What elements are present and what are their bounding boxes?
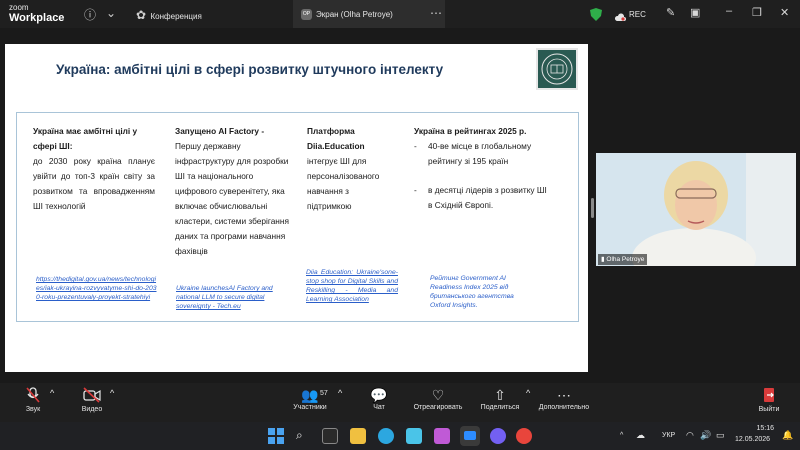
video-button[interactable]: Видео bbox=[80, 387, 104, 413]
top-bar: zoom Workplace ⓘ ⌄ ✿ Конференция OP Экра… bbox=[0, 0, 800, 28]
col1-link[interactable]: https://thedigital.gov.ua/news/technolog… bbox=[36, 275, 158, 302]
chevron-down-icon[interactable]: ⌄ bbox=[106, 6, 116, 20]
col3-heading: Платформа Diia.Education bbox=[307, 126, 365, 151]
task-view-icon[interactable] bbox=[322, 428, 338, 444]
university-logo bbox=[536, 48, 578, 90]
battery-icon[interactable]: ▭ bbox=[716, 430, 725, 441]
leave-button[interactable]: Выйти bbox=[756, 387, 782, 413]
video-options-chevron-icon[interactable]: ^ bbox=[110, 388, 114, 398]
clock-date[interactable]: 12.05.2026 bbox=[735, 436, 777, 443]
more-button[interactable]: ⋯ Дополнительно bbox=[534, 387, 594, 411]
col4-source[interactable]: Рейтинг Government AI Readiness Index 20… bbox=[430, 274, 530, 310]
zoom-app-icon[interactable] bbox=[460, 426, 480, 446]
taskbar bbox=[0, 422, 800, 450]
participant-name-label: ▮ Olha Petroye bbox=[598, 254, 648, 265]
col2-link[interactable]: Ukraine launchesAI Factory and national … bbox=[176, 284, 291, 311]
video-off-icon bbox=[80, 387, 104, 406]
splitter-handle[interactable] bbox=[591, 198, 594, 218]
input-language[interactable]: УКР bbox=[662, 432, 675, 439]
notifications-bell-icon[interactable]: 🔔 bbox=[782, 430, 793, 441]
file-explorer-icon[interactable] bbox=[350, 428, 366, 444]
tab-conference-label: Конференция bbox=[150, 12, 202, 21]
tab-conference[interactable]: ✿ Конференция bbox=[136, 6, 202, 24]
panel-toggle-icon[interactable]: ▣ bbox=[690, 6, 700, 19]
annotate-pencil-icon[interactable]: ✎ bbox=[666, 6, 675, 19]
col4-bullet-marker: - bbox=[414, 185, 417, 195]
more-dots-icon: ⋯ bbox=[557, 387, 571, 403]
app-logo-top: zoom bbox=[9, 3, 29, 12]
viber-icon[interactable] bbox=[490, 428, 506, 444]
info-icon[interactable]: ⓘ bbox=[84, 6, 96, 23]
muted-mic-icon bbox=[22, 387, 44, 406]
volume-icon[interactable]: 🔊 bbox=[700, 430, 711, 441]
col4-bullet: 40-ве місце в глобальному рейтингу зі 19… bbox=[428, 141, 532, 166]
security-shield-icon[interactable] bbox=[590, 8, 602, 26]
chat-icon: 💬 bbox=[370, 387, 388, 403]
share-avatar-badge: OP bbox=[301, 9, 312, 20]
search-icon[interactable]: ⌕ bbox=[296, 428, 312, 444]
conference-icon: ✿ bbox=[136, 8, 147, 22]
chat-button[interactable]: 💬 Чат bbox=[368, 387, 390, 411]
edge-icon[interactable] bbox=[378, 428, 394, 444]
chrome-icon[interactable] bbox=[516, 428, 532, 444]
col4-bullet-marker: - bbox=[414, 141, 417, 151]
meeting-toolbar bbox=[0, 383, 800, 422]
col1-body: до 2030 року країна планує увійти до топ… bbox=[33, 156, 155, 211]
col1-heading: Україна має амбітні цілі у сфері ШІ: bbox=[33, 126, 138, 151]
participants-count: 57 bbox=[320, 390, 328, 397]
rec-label: REC bbox=[629, 10, 646, 19]
col4-heading: Україна в рейтингах 2025 р. bbox=[414, 126, 527, 136]
col2-body: Першу державну інфраструктуру для розроб… bbox=[175, 141, 289, 256]
col3-link[interactable]: Diia Education: Ukraine'sone- stop shop … bbox=[306, 268, 398, 304]
restore-icon[interactable]: ❐ bbox=[752, 6, 762, 19]
audio-button[interactable]: Звук bbox=[22, 387, 44, 413]
wifi-icon[interactable]: ◠ bbox=[686, 430, 694, 441]
tray-chevron-icon[interactable]: ^ bbox=[620, 432, 623, 439]
audio-options-chevron-icon[interactable]: ^ bbox=[50, 388, 54, 398]
windows-start-icon[interactable] bbox=[268, 428, 284, 449]
clock-time[interactable]: 15:16 bbox=[752, 425, 774, 432]
col3-body: інтегрує ШІ для персоналізованого навчан… bbox=[307, 156, 380, 211]
app-logo-bottom: Workplace bbox=[9, 12, 65, 24]
cloud-recording-icon[interactable] bbox=[614, 9, 626, 27]
participant-video[interactable] bbox=[596, 153, 796, 266]
col4-bullet: в десятці лідерів з розвитку ШІ в Східні… bbox=[428, 185, 547, 210]
slide-title: Україна: амбітні цілі в сфері розвитку ш… bbox=[56, 62, 444, 77]
onedrive-icon[interactable]: ☁ bbox=[636, 430, 645, 441]
minimize-icon[interactable]: – bbox=[726, 5, 732, 17]
col2-heading: Запущено AI Factory - bbox=[175, 126, 265, 136]
react-button[interactable]: ♡ Отреагировать bbox=[410, 387, 466, 411]
copilot-icon[interactable] bbox=[434, 428, 450, 444]
close-icon[interactable]: ✕ bbox=[780, 6, 789, 19]
heart-icon: ♡ bbox=[431, 387, 445, 403]
tab-screen-share-label: Экран (Olha Petroye) bbox=[316, 10, 393, 19]
more-options-icon[interactable]: ⋯ bbox=[430, 6, 442, 20]
share-screen-icon: ⇧ bbox=[494, 387, 506, 403]
share-options-chevron-icon[interactable]: ^ bbox=[526, 388, 530, 398]
share-button[interactable]: ⇧ Поделиться bbox=[478, 387, 522, 411]
photos-icon[interactable] bbox=[406, 428, 422, 444]
participants-options-chevron-icon[interactable]: ^ bbox=[338, 388, 342, 398]
leave-icon bbox=[756, 387, 782, 406]
signal-bars-icon: ▮ bbox=[601, 256, 605, 263]
